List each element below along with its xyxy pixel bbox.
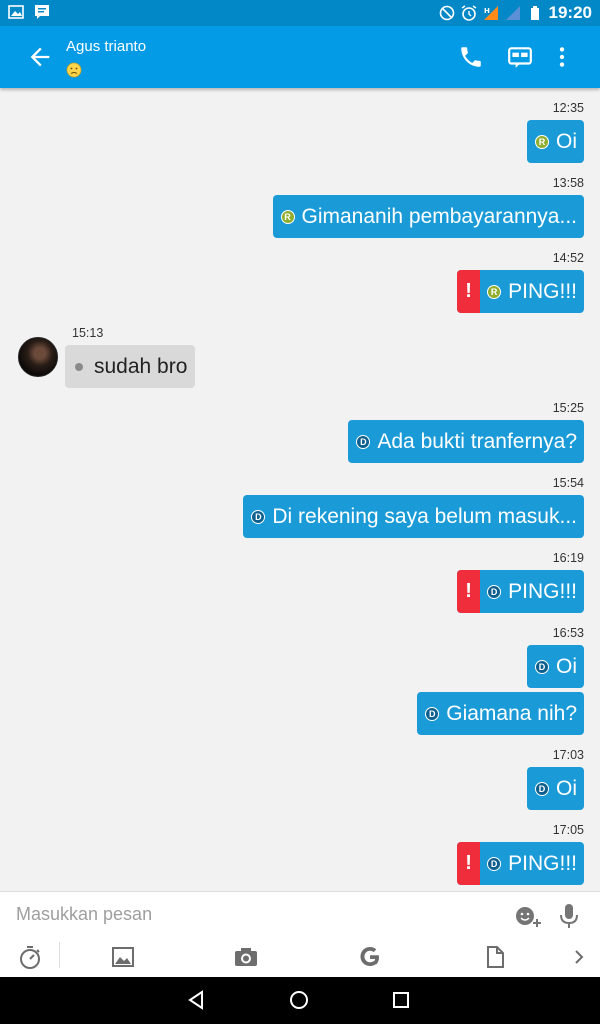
message-text: Di rekening saya belum masuk... (272, 504, 577, 528)
do-not-disturb-icon (439, 5, 454, 21)
microphone-icon[interactable] (558, 902, 580, 930)
message-bubble-outgoing[interactable]: D Giamana nih? (417, 692, 584, 735)
attachment-toolbar (0, 940, 600, 976)
back-triangle-icon[interactable] (184, 988, 208, 1012)
message-text: Oi (556, 129, 577, 153)
message-bubble-outgoing[interactable]: D Oi (527, 767, 584, 810)
back-arrow-icon[interactable] (26, 43, 54, 71)
ping-bubble[interactable]: ! D PING!!! (457, 570, 584, 613)
read-status-icon: R (487, 284, 502, 299)
home-circle-icon[interactable] (287, 988, 311, 1012)
message-bubble-outgoing[interactable]: R Oi (527, 120, 584, 163)
message-text: Giamana nih? (446, 701, 577, 725)
chat-notification-icon (35, 5, 49, 19)
alert-icon: ! (457, 842, 481, 885)
message-bubble-outgoing[interactable]: D Oi (527, 645, 584, 688)
sad-emoji-icon (66, 62, 82, 78)
message-input[interactable]: Masukkan pesan (16, 904, 152, 925)
image-notification-icon (8, 5, 24, 19)
alert-icon: ! (457, 570, 481, 613)
contact-name[interactable]: Agus trianto (66, 38, 146, 55)
message-text: PING!!! (508, 851, 577, 875)
contact-avatar[interactable] (18, 337, 58, 377)
timer-icon[interactable] (17, 944, 43, 970)
phone-call-icon[interactable] (458, 44, 484, 70)
alert-icon: ! (457, 270, 481, 313)
google-icon[interactable] (357, 944, 383, 970)
read-status-icon: R (280, 209, 295, 224)
more-options-icon[interactable] (549, 44, 575, 70)
message-timestamp: 17:05 (552, 823, 584, 837)
message-text: PING!!! (508, 579, 577, 603)
delivered-status-icon: D (487, 584, 502, 599)
message-timestamp: 16:19 (552, 551, 584, 565)
image-icon[interactable] (110, 944, 136, 970)
svg-text:H: H (484, 7, 490, 15)
status-bar: H 19:20 (0, 0, 600, 26)
ping-bubble[interactable]: ! R PING!!! (457, 270, 584, 313)
recents-square-icon[interactable] (389, 988, 413, 1012)
message-text: Oi (556, 654, 577, 678)
emoji-add-icon[interactable] (514, 904, 542, 928)
message-text: Ada bukti tranfernya? (377, 429, 577, 453)
delivered-status-icon: D (251, 509, 266, 524)
message-bubble-incoming[interactable]: sudah bro (65, 345, 196, 388)
signal-icon-1: H (483, 6, 498, 20)
battery-icon (530, 6, 539, 20)
delivered-status-icon: D (535, 781, 549, 796)
delivered-status-icon: D (425, 706, 440, 721)
message-text: Oi (556, 776, 577, 800)
video-chat-icon[interactable] (507, 44, 533, 70)
alarm-icon (461, 5, 476, 21)
chevron-right-icon[interactable] (566, 944, 592, 970)
message-timestamp: 16:53 (552, 626, 584, 640)
message-bubble-outgoing[interactable]: D Di rekening saya belum masuk... (243, 495, 584, 538)
message-timestamp: 15:25 (552, 401, 584, 415)
status-time: 19:20 (548, 3, 592, 22)
chat-header: Agus trianto (0, 26, 600, 88)
camera-icon[interactable] (233, 944, 259, 970)
message-timestamp: 13:58 (552, 176, 584, 190)
file-icon[interactable] (482, 944, 508, 970)
message-timestamp: 15:54 (552, 476, 584, 490)
message-timestamp: 14:52 (552, 251, 584, 265)
read-status-icon: R (535, 134, 549, 149)
message-composer: Masukkan pesan (0, 891, 600, 977)
message-bubble-outgoing[interactable]: R Gimananih pembayarannya... (272, 195, 584, 238)
status-dot-icon (75, 362, 83, 371)
delivered-status-icon: D (535, 659, 549, 674)
toolbar-divider (59, 942, 60, 968)
message-timestamp: 17:03 (552, 748, 584, 762)
message-bubble-outgoing[interactable]: D Ada bukti tranfernya? (348, 420, 584, 463)
message-text: PING!!! (508, 279, 577, 303)
message-list[interactable]: 12:35 R Oi 13:58 R Gimananih pembayarann… (0, 88, 600, 891)
signal-icon-2 (505, 6, 520, 20)
ping-bubble[interactable]: ! D PING!!! (457, 842, 584, 885)
system-navigation-bar (0, 977, 600, 1024)
message-timestamp: 12:35 (552, 101, 584, 115)
delivered-status-icon: D (487, 856, 502, 871)
message-text: sudah bro (94, 354, 188, 378)
message-timestamp: 15:13 (72, 326, 104, 340)
delivered-status-icon: D (356, 434, 371, 449)
message-text: Gimananih pembayarannya... (301, 204, 578, 228)
